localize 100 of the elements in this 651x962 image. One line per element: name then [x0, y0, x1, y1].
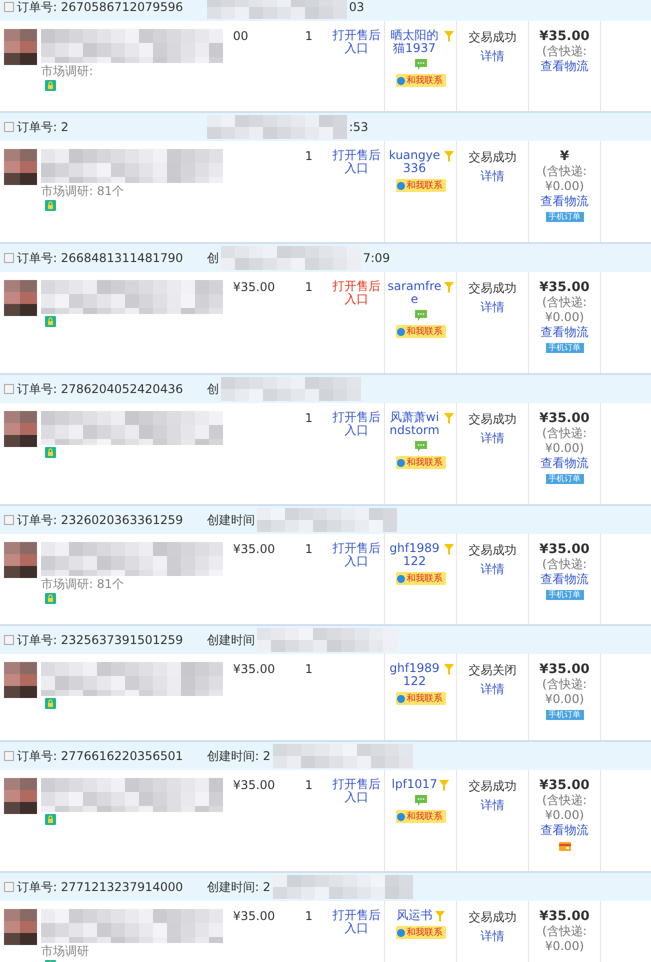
chat-bubble-icon[interactable] [414, 795, 426, 806]
contact-badge[interactable]: 和我联系 [396, 692, 446, 705]
details-link[interactable]: 详情 [480, 561, 504, 578]
logistics-link[interactable]: 查看物流 [540, 456, 588, 471]
contact-badge[interactable]: 和我联系 [396, 572, 446, 585]
lock-icon [45, 316, 56, 327]
created-time-label: 创建时间: 2 [207, 748, 270, 764]
order-status: 交易成功 [468, 778, 516, 795]
details-link[interactable]: 详情 [480, 168, 504, 185]
after-sale-link[interactable]: 打开售后入口 [331, 778, 382, 804]
contact-badge[interactable]: 和我联系 [396, 325, 446, 338]
buyer-name-link[interactable]: 风萧萧windstorm [387, 411, 442, 437]
unit-price: 00 [233, 29, 248, 43]
created-time: 7:09 [363, 251, 390, 265]
shipping-fee: ¥0.00) [544, 310, 584, 325]
after-sale-link[interactable]: 打开售后入口 [331, 411, 382, 437]
total-amount: ¥35.00 [539, 542, 590, 557]
order-status: 交易成功 [468, 909, 516, 926]
checkbox[interactable] [4, 751, 14, 761]
lock-icon [45, 200, 56, 211]
order-status: 交易成功 [468, 542, 516, 559]
buyer-name-link[interactable]: lpf1017 [392, 778, 438, 791]
logistics-link[interactable]: 查看物流 [540, 194, 588, 209]
buyer-name-link[interactable]: saramfree [387, 280, 442, 306]
details-link[interactable]: 详情 [480, 48, 504, 65]
contact-badge[interactable]: 和我联系 [396, 810, 446, 823]
filter-icon[interactable] [444, 151, 454, 162]
buyer-name-link[interactable]: kuangye336 [387, 149, 442, 175]
logistics-link[interactable]: 查看物流 [540, 823, 588, 838]
contact-badge[interactable]: 和我联系 [396, 179, 446, 192]
contact-badge[interactable]: 和我联系 [396, 456, 446, 469]
logistics-link[interactable]: 查看物流 [540, 59, 588, 74]
created-time: 03 [349, 0, 364, 14]
lock-icon [45, 80, 56, 91]
total-amount: ¥35.00 [539, 662, 590, 677]
shipping-label: (含快递: [542, 924, 587, 939]
unit-price: ¥35.00 [233, 542, 275, 556]
checkbox[interactable] [4, 122, 14, 132]
shipping-label: (含快递: [542, 793, 587, 808]
details-link[interactable]: 详情 [480, 681, 504, 698]
total-amount: ¥35.00 [539, 29, 590, 44]
created-time-label: 创建时间 [207, 512, 255, 528]
filter-icon[interactable] [439, 780, 450, 791]
buyer-name-link[interactable]: 风运书 [396, 909, 432, 922]
checkbox[interactable] [4, 384, 14, 394]
filter-icon[interactable] [434, 911, 444, 922]
shipping-fee: ¥0.00) [544, 441, 584, 456]
after-sale-link[interactable]: 打开售后入口 [331, 909, 382, 935]
after-sale-link[interactable]: 打开售后入口 [331, 29, 382, 55]
chat-bubble-icon[interactable] [414, 310, 426, 321]
order-status: 交易成功 [468, 149, 516, 166]
shipping-fee: ¥0.00) [544, 179, 584, 194]
checkbox[interactable] [4, 515, 14, 525]
order-number: 订单号: 2771213237914000 [17, 878, 184, 896]
created-time-label: 创 [207, 250, 219, 266]
checkbox[interactable] [4, 253, 14, 263]
details-link[interactable]: 详情 [480, 430, 504, 447]
lock-icon [45, 447, 56, 458]
shipping-label: (含快递: [542, 44, 587, 59]
buyer-name-link[interactable]: ghf1989122 [387, 542, 442, 568]
logistics-link[interactable]: 查看物流 [540, 325, 588, 340]
details-link[interactable]: 详情 [480, 797, 504, 814]
total-amount: ¥35.00 [539, 411, 590, 426]
filter-icon[interactable] [444, 413, 454, 424]
total-amount: ¥ [560, 149, 570, 164]
quantity: 1 [305, 662, 313, 676]
checkbox[interactable] [4, 635, 14, 645]
filter-icon[interactable] [444, 664, 454, 675]
after-sale-link[interactable]: 打开售后入口 [331, 542, 382, 568]
order-status: 交易成功 [468, 280, 516, 297]
order-number: 订单号: 2670586712079596 [17, 0, 184, 16]
filter-icon[interactable] [444, 282, 454, 293]
after-sale-link[interactable]: 打开售后入口 [331, 149, 382, 175]
details-link[interactable]: 详情 [480, 299, 504, 316]
filter-icon[interactable] [444, 544, 454, 555]
quantity: 1 [305, 542, 313, 556]
contact-badge[interactable]: 和我联系 [396, 74, 446, 87]
logistics-link[interactable]: 查看物流 [540, 572, 588, 587]
product-note: 市场调研: [41, 65, 94, 78]
chat-bubble-icon[interactable] [414, 441, 426, 452]
checkbox[interactable] [4, 2, 14, 12]
created-time-label: 创 [207, 380, 219, 398]
mobile-order-badge: 手机订单 [546, 212, 584, 222]
details-link[interactable]: 详情 [480, 928, 504, 945]
buyer-name-link[interactable]: ghf1989122 [387, 662, 442, 688]
order-number: 订单号: 2 [17, 118, 70, 136]
total-amount: ¥35.00 [539, 778, 590, 793]
contact-badge[interactable]: 和我联系 [396, 926, 446, 939]
order-number: 订单号: 2786204052420436 [17, 380, 184, 398]
buyer-name-link[interactable]: 晒太阳的猫1937 [387, 29, 442, 55]
chat-bubble-icon[interactable] [414, 59, 426, 70]
shipping-fee: ¥0.00) [544, 692, 584, 707]
quantity: 1 [305, 909, 313, 923]
checkbox[interactable] [4, 882, 14, 892]
after-sale-link[interactable]: 打开售后入口 [331, 280, 382, 306]
unit-price: ¥35.00 [233, 662, 275, 676]
quantity: 1 [305, 411, 313, 425]
order-status: 交易成功 [468, 411, 516, 428]
filter-icon[interactable] [444, 31, 454, 42]
product-note: 市场调研: 81个 [41, 578, 126, 591]
